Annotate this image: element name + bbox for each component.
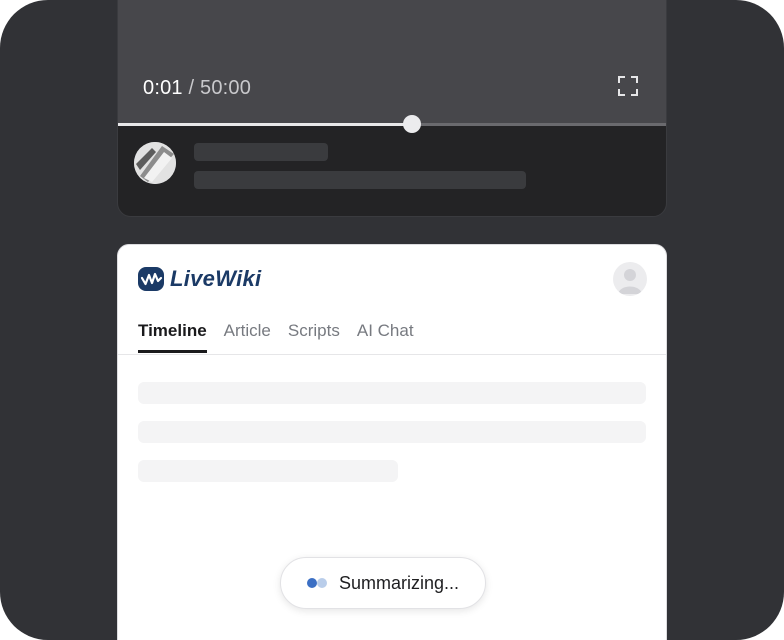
user-avatar-icon[interactable] (613, 262, 647, 296)
content-placeholder-line (138, 421, 646, 443)
video-title-placeholder (194, 171, 526, 189)
channel-avatar[interactable] (134, 142, 176, 184)
loading-dot (307, 578, 317, 588)
progress-fill (118, 123, 413, 126)
app-frame: 0:01 / 50:00 LiveWiki Timeline Article S… (0, 0, 784, 640)
wave-logo-icon (138, 267, 164, 291)
video-area[interactable]: 0:01 / 50:00 (118, 0, 666, 125)
livewiki-logo[interactable]: LiveWiki (138, 265, 261, 293)
tab-article[interactable]: Article (224, 321, 271, 351)
fullscreen-icon[interactable] (618, 76, 638, 96)
status-label: Summarizing... (339, 572, 460, 593)
loading-dots-icon (307, 576, 335, 590)
tab-bar: Timeline Article Scripts AI Chat (138, 321, 414, 353)
total-time: 50:00 (200, 77, 252, 99)
summarizing-status: Summarizing... (280, 557, 486, 609)
tab-timeline[interactable]: Timeline (138, 321, 207, 353)
tab-scripts[interactable]: Scripts (288, 321, 340, 351)
progress-thumb[interactable] (403, 115, 422, 133)
progress-bar[interactable] (118, 115, 666, 133)
livewiki-panel: LiveWiki Timeline Article Scripts AI Cha… (117, 244, 667, 640)
loading-dot (317, 578, 327, 588)
channel-name-placeholder (194, 143, 328, 161)
tab-ai-chat[interactable]: AI Chat (357, 321, 414, 351)
video-player: 0:01 / 50:00 (117, 0, 667, 217)
current-time: 0:01 (143, 77, 183, 99)
logo-text: LiveWiki (170, 266, 262, 291)
time-readout: 0:01 / 50:00 (143, 77, 251, 100)
content-placeholder-line (138, 382, 646, 404)
tabs-divider (118, 354, 666, 355)
content-placeholder-line (138, 460, 398, 482)
time-separator: / (182, 77, 201, 99)
